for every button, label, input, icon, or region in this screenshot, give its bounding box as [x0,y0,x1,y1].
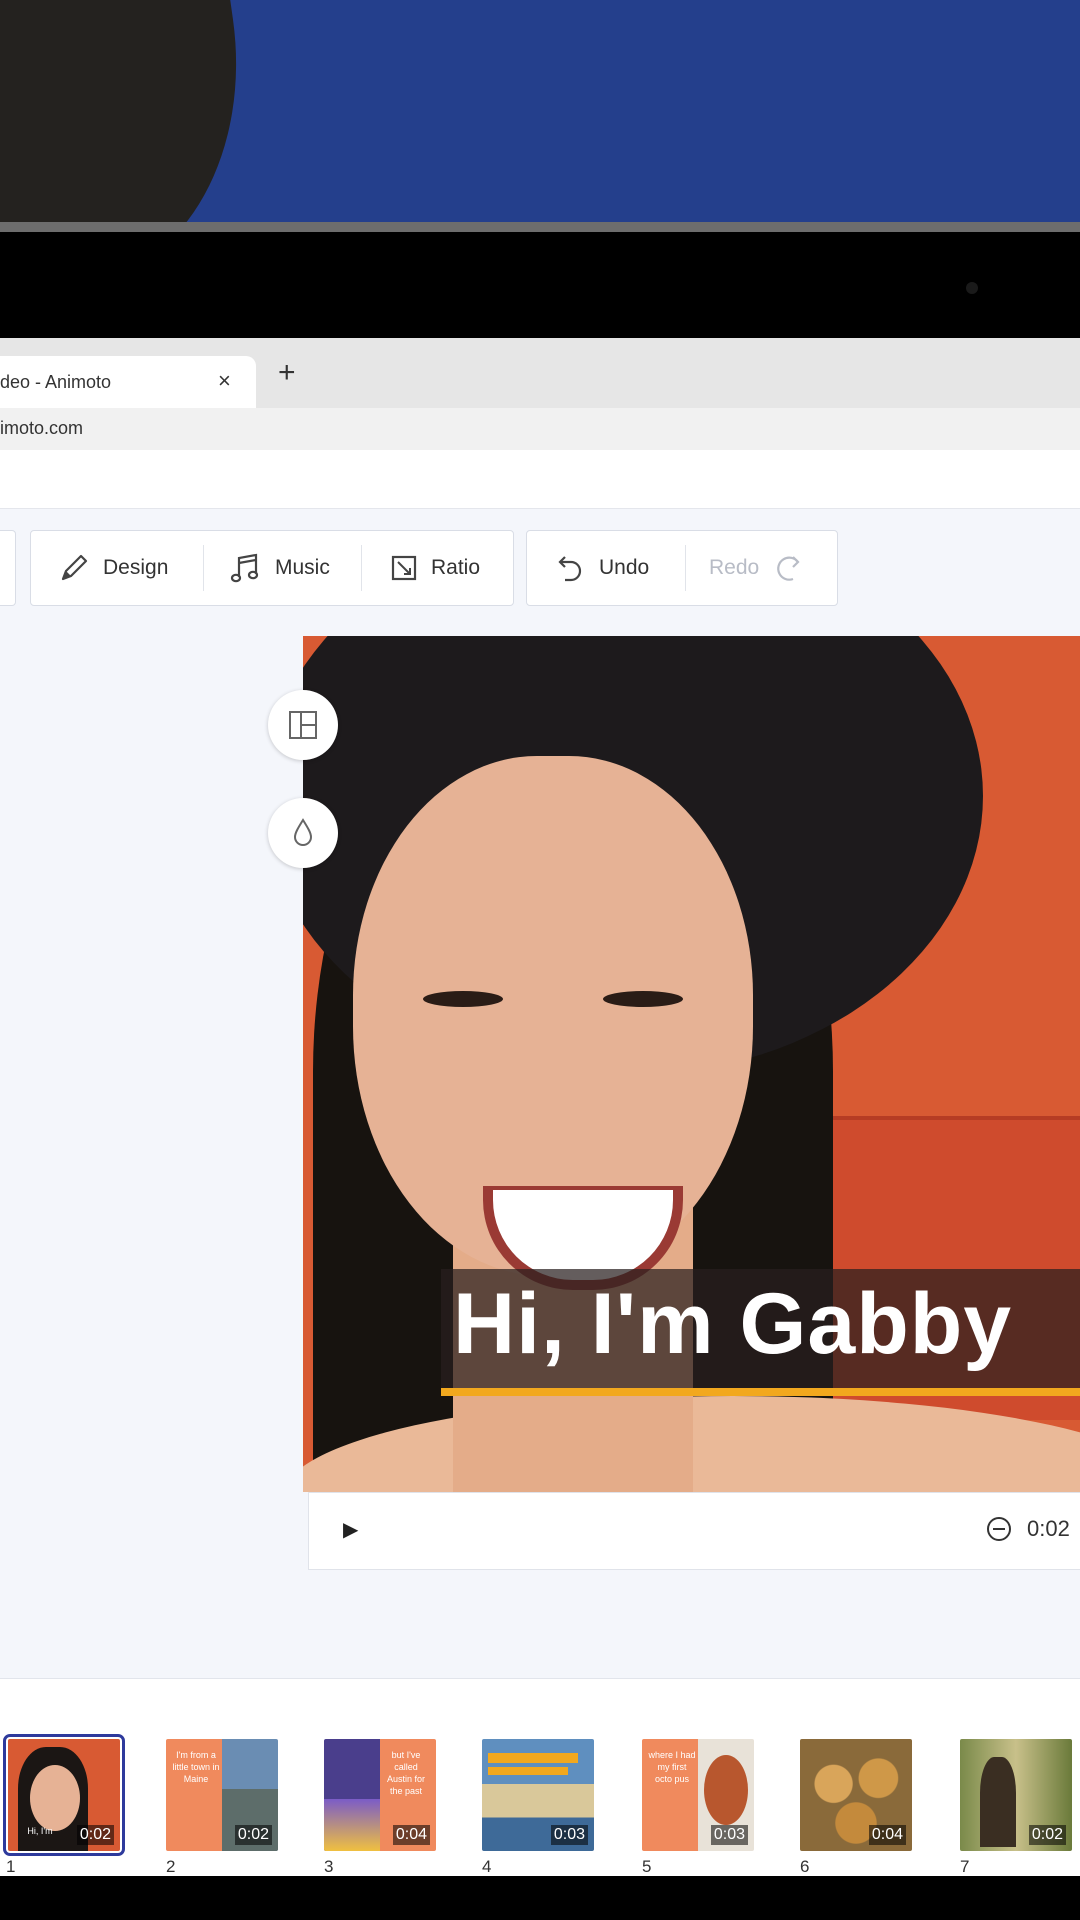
background-blue-panel [0,0,1080,232]
toolbar-divider [685,545,686,591]
caption-text[interactable]: Hi, I'm Gabby [453,1275,1012,1374]
new-tab-icon[interactable]: + [278,358,296,388]
undo-label: Undo [599,556,650,579]
browser-tab-title: deo - Animoto [0,372,112,392]
ratio-button[interactable]: Ratio [389,531,480,605]
duration-control: 0:02 [985,1515,1070,1543]
block-duration: 0:02 [1028,1825,1066,1845]
block-number: 5 [642,1857,652,1876]
layout-grid-icon [287,709,319,741]
color-filter-button[interactable] [268,798,338,868]
background-dark-shape [0,0,267,232]
app-header [0,450,1080,509]
undo-button[interactable]: Undo [555,531,649,605]
caption-underline [441,1388,1080,1396]
block-number: 4 [482,1857,492,1876]
block-duration: 0:02 [234,1825,272,1845]
photo-eye-right [603,991,683,1007]
block-caption: where I had my first octo pus [648,1750,696,1784]
tab-close-icon[interactable]: × [218,368,231,394]
timeline-block[interactable]: I'm from a little town in Maine 0:02 [166,1739,278,1851]
play-icon[interactable]: ▶ [343,1517,358,1542]
layout-button[interactable] [268,690,338,760]
block-number: 2 [166,1857,176,1876]
laptop-screen: deo - Animoto × + imoto.com Design Music [0,338,1080,1876]
laptop-bezel-bottom [0,1876,1080,1920]
aspect-ratio-icon [389,553,419,583]
photo-eye-left [423,991,503,1007]
block-number: 3 [324,1857,334,1876]
block-number: 7 [960,1857,970,1876]
block-duration: 0:04 [392,1825,430,1845]
block-caption: I'm from a little town in Maine [172,1750,220,1784]
timeline-block[interactable]: 0:02 [960,1739,1072,1851]
player-controls: ▶ 0:02 [308,1492,1080,1570]
video-preview-canvas[interactable]: Hi, I'm Gabby [303,636,1080,1492]
timeline-block[interactable]: where I had my first octo pus 0:03 [642,1739,754,1851]
timeline-block[interactable]: 0:03 [482,1739,594,1851]
block-caption: Hi, I'm [27,1826,53,1836]
history-toolbar: Undo Redo [526,530,838,606]
laptop-bezel [0,232,1080,340]
caption-box[interactable]: Hi, I'm Gabby [441,1269,1080,1389]
undo-icon [555,551,587,585]
pencil-icon [57,551,91,585]
block-duration: 0:04 [868,1825,906,1845]
webcam-icon [966,282,978,294]
toolbar-left-group[interactable] [0,530,16,606]
redo-icon [771,551,803,585]
minus-circle-icon[interactable] [985,1515,1013,1543]
block-caption: but I've called Austin for the past [386,1750,426,1796]
url-text[interactable]: imoto.com [0,418,83,439]
timeline-strip: Hi, I'm 0:02 1 I'm from a little town in… [0,1678,1080,1876]
ratio-label: Ratio [431,556,481,579]
design-label: Design [103,556,169,579]
duration-text: 0:02 [1027,1516,1070,1541]
music-label: Music [275,556,330,579]
toolbar-divider [203,545,204,591]
photo-face [353,756,753,1290]
edit-toolbar: Design Music Ratio [30,530,514,606]
browser-tab-bar: deo - Animoto × + [0,338,1080,408]
timeline-block[interactable]: 0:04 [800,1739,912,1851]
design-button[interactable]: Design [57,531,168,605]
redo-button[interactable]: Redo [709,531,803,605]
block-duration: 0:03 [550,1825,588,1845]
music-note-icon [229,551,263,585]
address-bar[interactable]: imoto.com [0,408,1080,451]
droplet-icon [289,817,317,849]
music-button[interactable]: Music [229,531,330,605]
block-duration: 0:02 [76,1825,114,1845]
block-duration: 0:03 [710,1825,748,1845]
redo-label: Redo [709,556,760,579]
block-number: 6 [800,1857,810,1876]
toolbar-divider [361,545,362,591]
timeline-block[interactable]: Hi, I'm 0:02 [3,1734,125,1856]
timeline-block[interactable]: but I've called Austin for the past 0:04 [324,1739,436,1851]
browser-tab[interactable]: deo - Animoto × [0,356,256,408]
block-number: 1 [6,1857,16,1876]
